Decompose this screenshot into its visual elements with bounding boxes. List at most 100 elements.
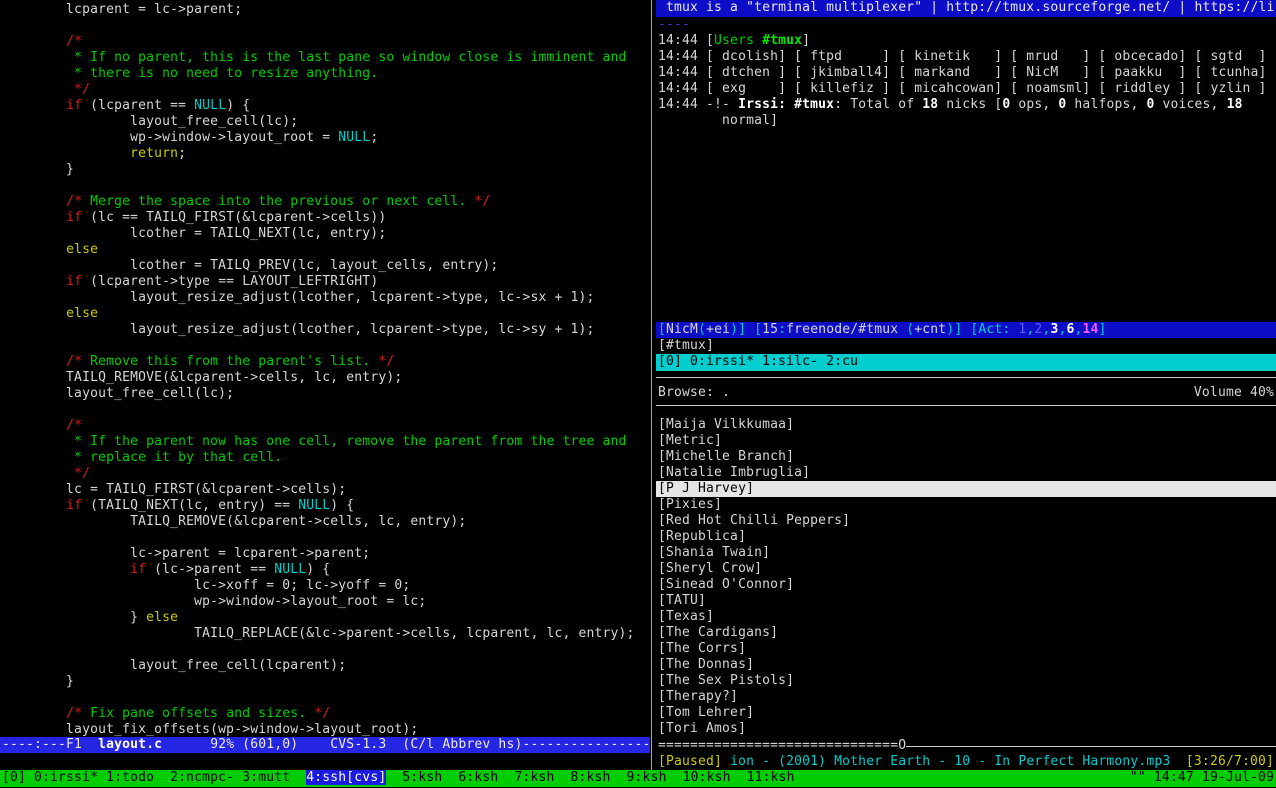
code-line — [2, 642, 648, 658]
pane-border-vertical[interactable] — [651, 0, 652, 770]
progress-remainder — [906, 746, 1276, 747]
list-item[interactable]: [Sheryl Crow] — [656, 561, 1276, 577]
tmux-window-list[interactable]: [0] 0:irssi* 1:todo 2:ncmpc- 3:mutt 4:ss… — [2, 770, 795, 787]
modeline-text: ----:---F1 layout.c 92% (601,0) CVS-1.3 … — [2, 737, 650, 753]
player-volume: Volume 40% — [1194, 385, 1274, 401]
code-line — [2, 18, 648, 34]
code-line: } — [2, 162, 648, 178]
code-line: * If no parent, this is the last pane so… — [2, 50, 648, 66]
code-line: * there is no need to resize anything. — [2, 66, 648, 82]
code-line: if (lc->parent == NULL) { — [2, 562, 648, 578]
editor-pane[interactable]: lcparent = lc->parent; /* * If no parent… — [2, 2, 648, 738]
code-line: /* Merge the space into the previous or … — [2, 194, 648, 210]
chat-line: 14:44 [Users #tmux] — [658, 33, 1276, 49]
player-screen-title: Browse: . — [658, 385, 730, 401]
code-line: layout_free_cell(lc); — [2, 386, 648, 402]
tmux-current-window[interactable]: 4:ssh[cvs] — [306, 770, 386, 785]
list-item[interactable]: [The Cardigans] — [656, 625, 1276, 641]
player-progress-bar[interactable]: ==============================O — [656, 738, 1276, 754]
code-line: /* Fix pane offsets and sizes. */ — [2, 706, 648, 722]
player-state: [Paused] — [658, 754, 722, 769]
irc-chat-area[interactable]: 14:44 [Users #tmux]14:44 [ dcolish] [ ft… — [656, 33, 1276, 129]
list-item[interactable]: [Tom Lehrer] — [656, 705, 1276, 721]
code-line: if (lc == TAILQ_FIRST(&lcparent->cells)) — [2, 210, 648, 226]
irc-input-line[interactable]: [#tmux] — [656, 338, 1276, 354]
code-line: else — [2, 242, 648, 258]
code-line: /* — [2, 418, 648, 434]
tmux-clock: "" 14:47 19-Jul-09 — [1130, 770, 1274, 787]
chat-line: 14:44 -!- Irssi: #tmux: Total of 18 nick… — [658, 97, 1276, 113]
code-line — [2, 530, 648, 546]
code-line: TAILQ_REPLACE(&lc->parent->cells, lcpare… — [2, 626, 648, 642]
tmux-screen: lcparent = lc->parent; /* * If no parent… — [0, 0, 1276, 788]
tmux-window-entries[interactable]: 5:ksh 6:ksh 7:ksh 8:ksh 9:ksh 10:ksh 11:… — [386, 770, 794, 785]
list-item[interactable]: [Red Hot Chilli Peppers] — [656, 513, 1276, 529]
list-item[interactable]: [Sinead O'Connor] — [656, 577, 1276, 593]
code-line: TAILQ_REMOVE(&lcparent->cells, lc, entry… — [2, 370, 648, 386]
code-line — [2, 178, 648, 194]
list-item[interactable]: [The Donnas] — [656, 657, 1276, 673]
list-item-selected[interactable]: [P J Harvey] — [656, 481, 1276, 497]
progress-track: ==============================O — [658, 738, 906, 754]
code-line: layout_free_cell(lcparent); — [2, 658, 648, 674]
tmux-window-entries[interactable]: [0] 0:irssi* 1:todo 2:ncmpc- 3:mutt — [2, 770, 306, 785]
tmux-statusbar: [0] 0:irssi* 1:todo 2:ncmpc- 3:mutt 4:ss… — [0, 770, 1276, 787]
code-line — [2, 690, 648, 706]
code-line: * If the parent now has one cell, remove… — [2, 434, 648, 450]
irc-statusbar: [NicM(+ei)] [15:freenode/#tmux (+cnt)] [… — [656, 322, 1276, 338]
code-line: else — [2, 306, 648, 322]
code-line: } — [2, 674, 648, 690]
player-status-left: [Paused] ion - (2001) Mother Earth - 10 … — [658, 754, 1170, 770]
code-line: lc->xoff = 0; lc->yoff = 0; — [2, 578, 648, 594]
list-item[interactable]: [Republica] — [656, 529, 1276, 545]
code-line: if (lcparent == NULL) { — [2, 98, 648, 114]
irc-topic-continuation: ---- — [656, 17, 1276, 33]
list-item[interactable]: [Maija Vilkkumaa] — [656, 417, 1276, 433]
irc-topic-bar: tmux is a "terminal multiplexer" | http:… — [656, 0, 1276, 17]
code-line: layout_free_cell(lc); — [2, 114, 648, 130]
code-line: lcparent = lc->parent; — [2, 2, 648, 18]
code-line — [2, 402, 648, 418]
code-line: wp->window->layout_root = lc; — [2, 594, 648, 610]
emacs-modeline: ----:---F1 layout.c 92% (601,0) CVS-1.3 … — [0, 737, 650, 753]
list-item[interactable]: [Tori Amos] — [656, 721, 1276, 737]
code-line: return; — [2, 146, 648, 162]
code-line: if (TAILQ_NEXT(lc, entry) == NULL) { — [2, 498, 648, 514]
code-line: */ — [2, 82, 648, 98]
list-item[interactable]: [Shania Twain] — [656, 545, 1276, 561]
code-line: if (lcparent->type == LAYOUT_LEFTRIGHT) — [2, 274, 648, 290]
player-song — [722, 754, 730, 769]
code-line — [2, 338, 648, 354]
code-line: lc->parent = lcparent->parent; — [2, 546, 648, 562]
list-item[interactable]: [The Corrs] — [656, 641, 1276, 657]
artist-list[interactable]: [Maija Vilkkumaa][Metric][Michelle Branc… — [656, 417, 1276, 737]
code-line: * replace it by that cell. — [2, 450, 648, 466]
list-item[interactable]: [Pixies] — [656, 497, 1276, 513]
player-status-line: [Paused] ion - (2001) Mother Earth - 10 … — [656, 754, 1276, 770]
code-line: lcother = TAILQ_NEXT(lc, entry); — [2, 226, 648, 242]
code-line: } else — [2, 610, 648, 626]
list-item[interactable]: [Therapy?] — [656, 689, 1276, 705]
code-line: lc = TAILQ_FIRST(&lcparent->cells); — [2, 482, 648, 498]
list-item[interactable]: [Metric] — [656, 433, 1276, 449]
code-line: layout_fix_offsets(wp->window->layout_ro… — [2, 722, 648, 738]
code-line: /* — [2, 34, 648, 50]
list-item[interactable]: [The Sex Pistols] — [656, 673, 1276, 689]
list-item[interactable]: [Natalie Imbruglia] — [656, 465, 1276, 481]
code-line: TAILQ_REMOVE(&lcparent->cells, lc, entry… — [2, 514, 648, 530]
list-item[interactable]: [TATU] — [656, 593, 1276, 609]
code-line: wp->window->layout_root = NULL; — [2, 130, 648, 146]
list-item[interactable]: [Michelle Branch] — [656, 449, 1276, 465]
player-time: [3:26/7:00] — [1186, 754, 1274, 770]
list-item[interactable]: [Texas] — [656, 609, 1276, 625]
code-line: /* Remove this from the parent's list. *… — [2, 354, 648, 370]
chat-line: 14:44 [ exg ] [ killefiz ] [ micahcowan]… — [658, 81, 1276, 97]
chat-line: normal] — [658, 113, 1276, 129]
code-line: layout_resize_adjust(lcother, lcparent->… — [2, 322, 648, 338]
code-line: */ — [2, 466, 648, 482]
chat-line: 14:44 [ dcolish] [ ftpd ] [ kinetik ] [ … — [658, 49, 1276, 65]
pane-border-horizontal — [656, 377, 1276, 378]
irc-statusbar-text: [NicM(+ei)] [15:freenode/#tmux (+cnt)] [… — [658, 322, 1276, 338]
code-line: layout_resize_adjust(lcother, lcparent->… — [2, 290, 648, 306]
chat-line: 14:44 [ dtchen ] [ jkimball4] [ markand … — [658, 65, 1276, 81]
